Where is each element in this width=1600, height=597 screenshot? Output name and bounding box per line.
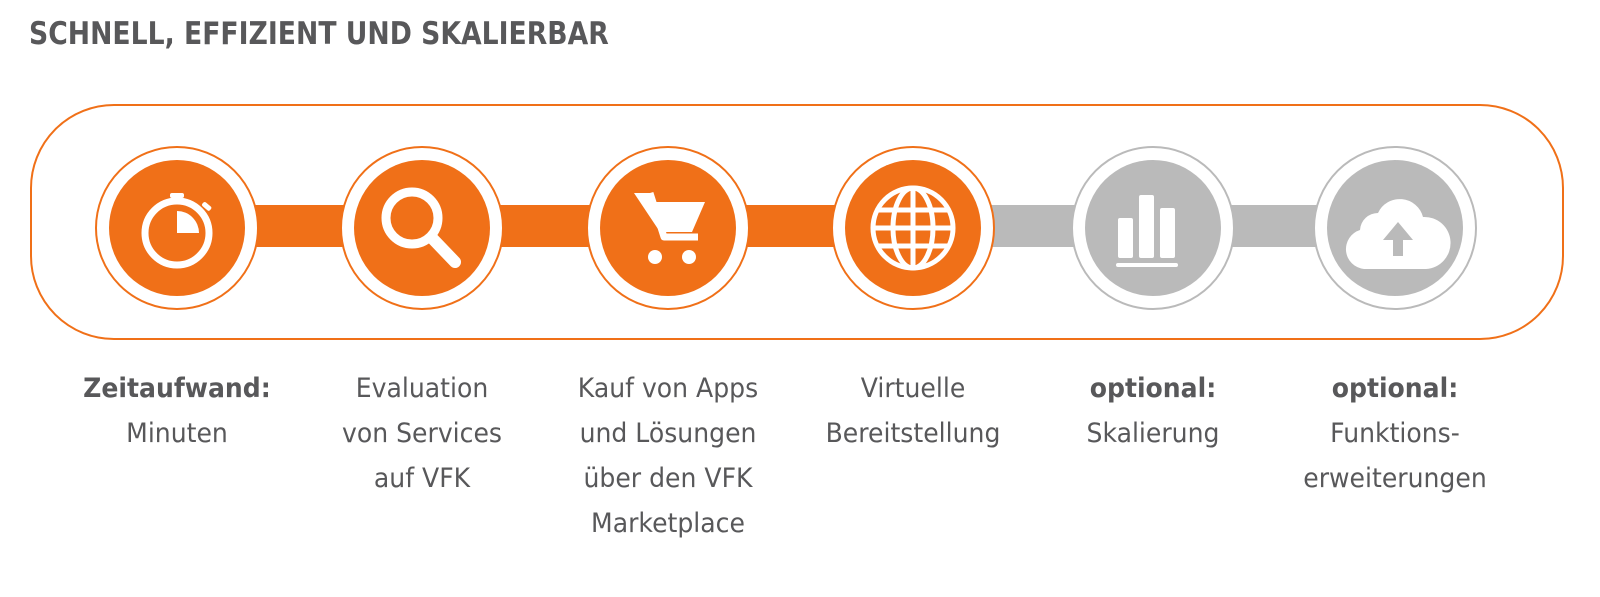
step-4-node (831, 146, 995, 310)
step-6-label: optional: Funktions- erweiterungen (1283, 366, 1506, 501)
step-3-label-line: und Lösungen (579, 418, 757, 449)
step-3-node (586, 146, 750, 310)
globe-icon (870, 185, 956, 271)
step-5-label: optional: Skalierung (1041, 366, 1264, 456)
step-3-label-line: über den VFK (583, 463, 753, 494)
step-6-node (1313, 146, 1477, 310)
step-2-label-line: Evaluation (355, 373, 489, 404)
step-4-label: Virtuelle Bereitstellung (801, 366, 1024, 456)
step-5-label-line: Skalierung (1086, 418, 1220, 449)
step-5-label-bold: optional: (1089, 373, 1217, 404)
connector-1-2 (250, 205, 350, 247)
step-1-label: Zeitaufwand: Minuten (65, 366, 288, 456)
process-diagram (95, 146, 1477, 310)
step-6-label-bold: optional: (1331, 373, 1459, 404)
step-3-label: Kauf von Apps und Lösungen über den VFK … (556, 366, 779, 546)
connector-5-6 (1225, 205, 1325, 247)
step-1-label-line: Minuten (126, 418, 228, 449)
step-4-label-line: Virtuelle (860, 373, 966, 404)
step-2-label-line: auf VFK (373, 463, 471, 494)
connector-2-3 (495, 205, 595, 247)
step-2-label: Evaluation von Services auf VFK (310, 366, 533, 501)
step-6-label-line: erweiterungen (1303, 463, 1487, 494)
connector-4-5 (985, 205, 1080, 247)
step-2-node (340, 146, 504, 310)
connector-3-4 (740, 205, 840, 247)
step-2-label-line: von Services (341, 418, 502, 449)
step-1-label-bold: Zeitaufwand: (83, 373, 271, 404)
step-4-label-line: Bereitstellung (825, 418, 1001, 449)
step-3-label-line: Marketplace (591, 508, 745, 539)
step-1-node (95, 146, 259, 310)
step-5-node (1071, 146, 1235, 310)
step-6-label-line: Funktions- (1330, 418, 1460, 449)
step-3-label-line: Kauf von Apps (577, 373, 759, 404)
